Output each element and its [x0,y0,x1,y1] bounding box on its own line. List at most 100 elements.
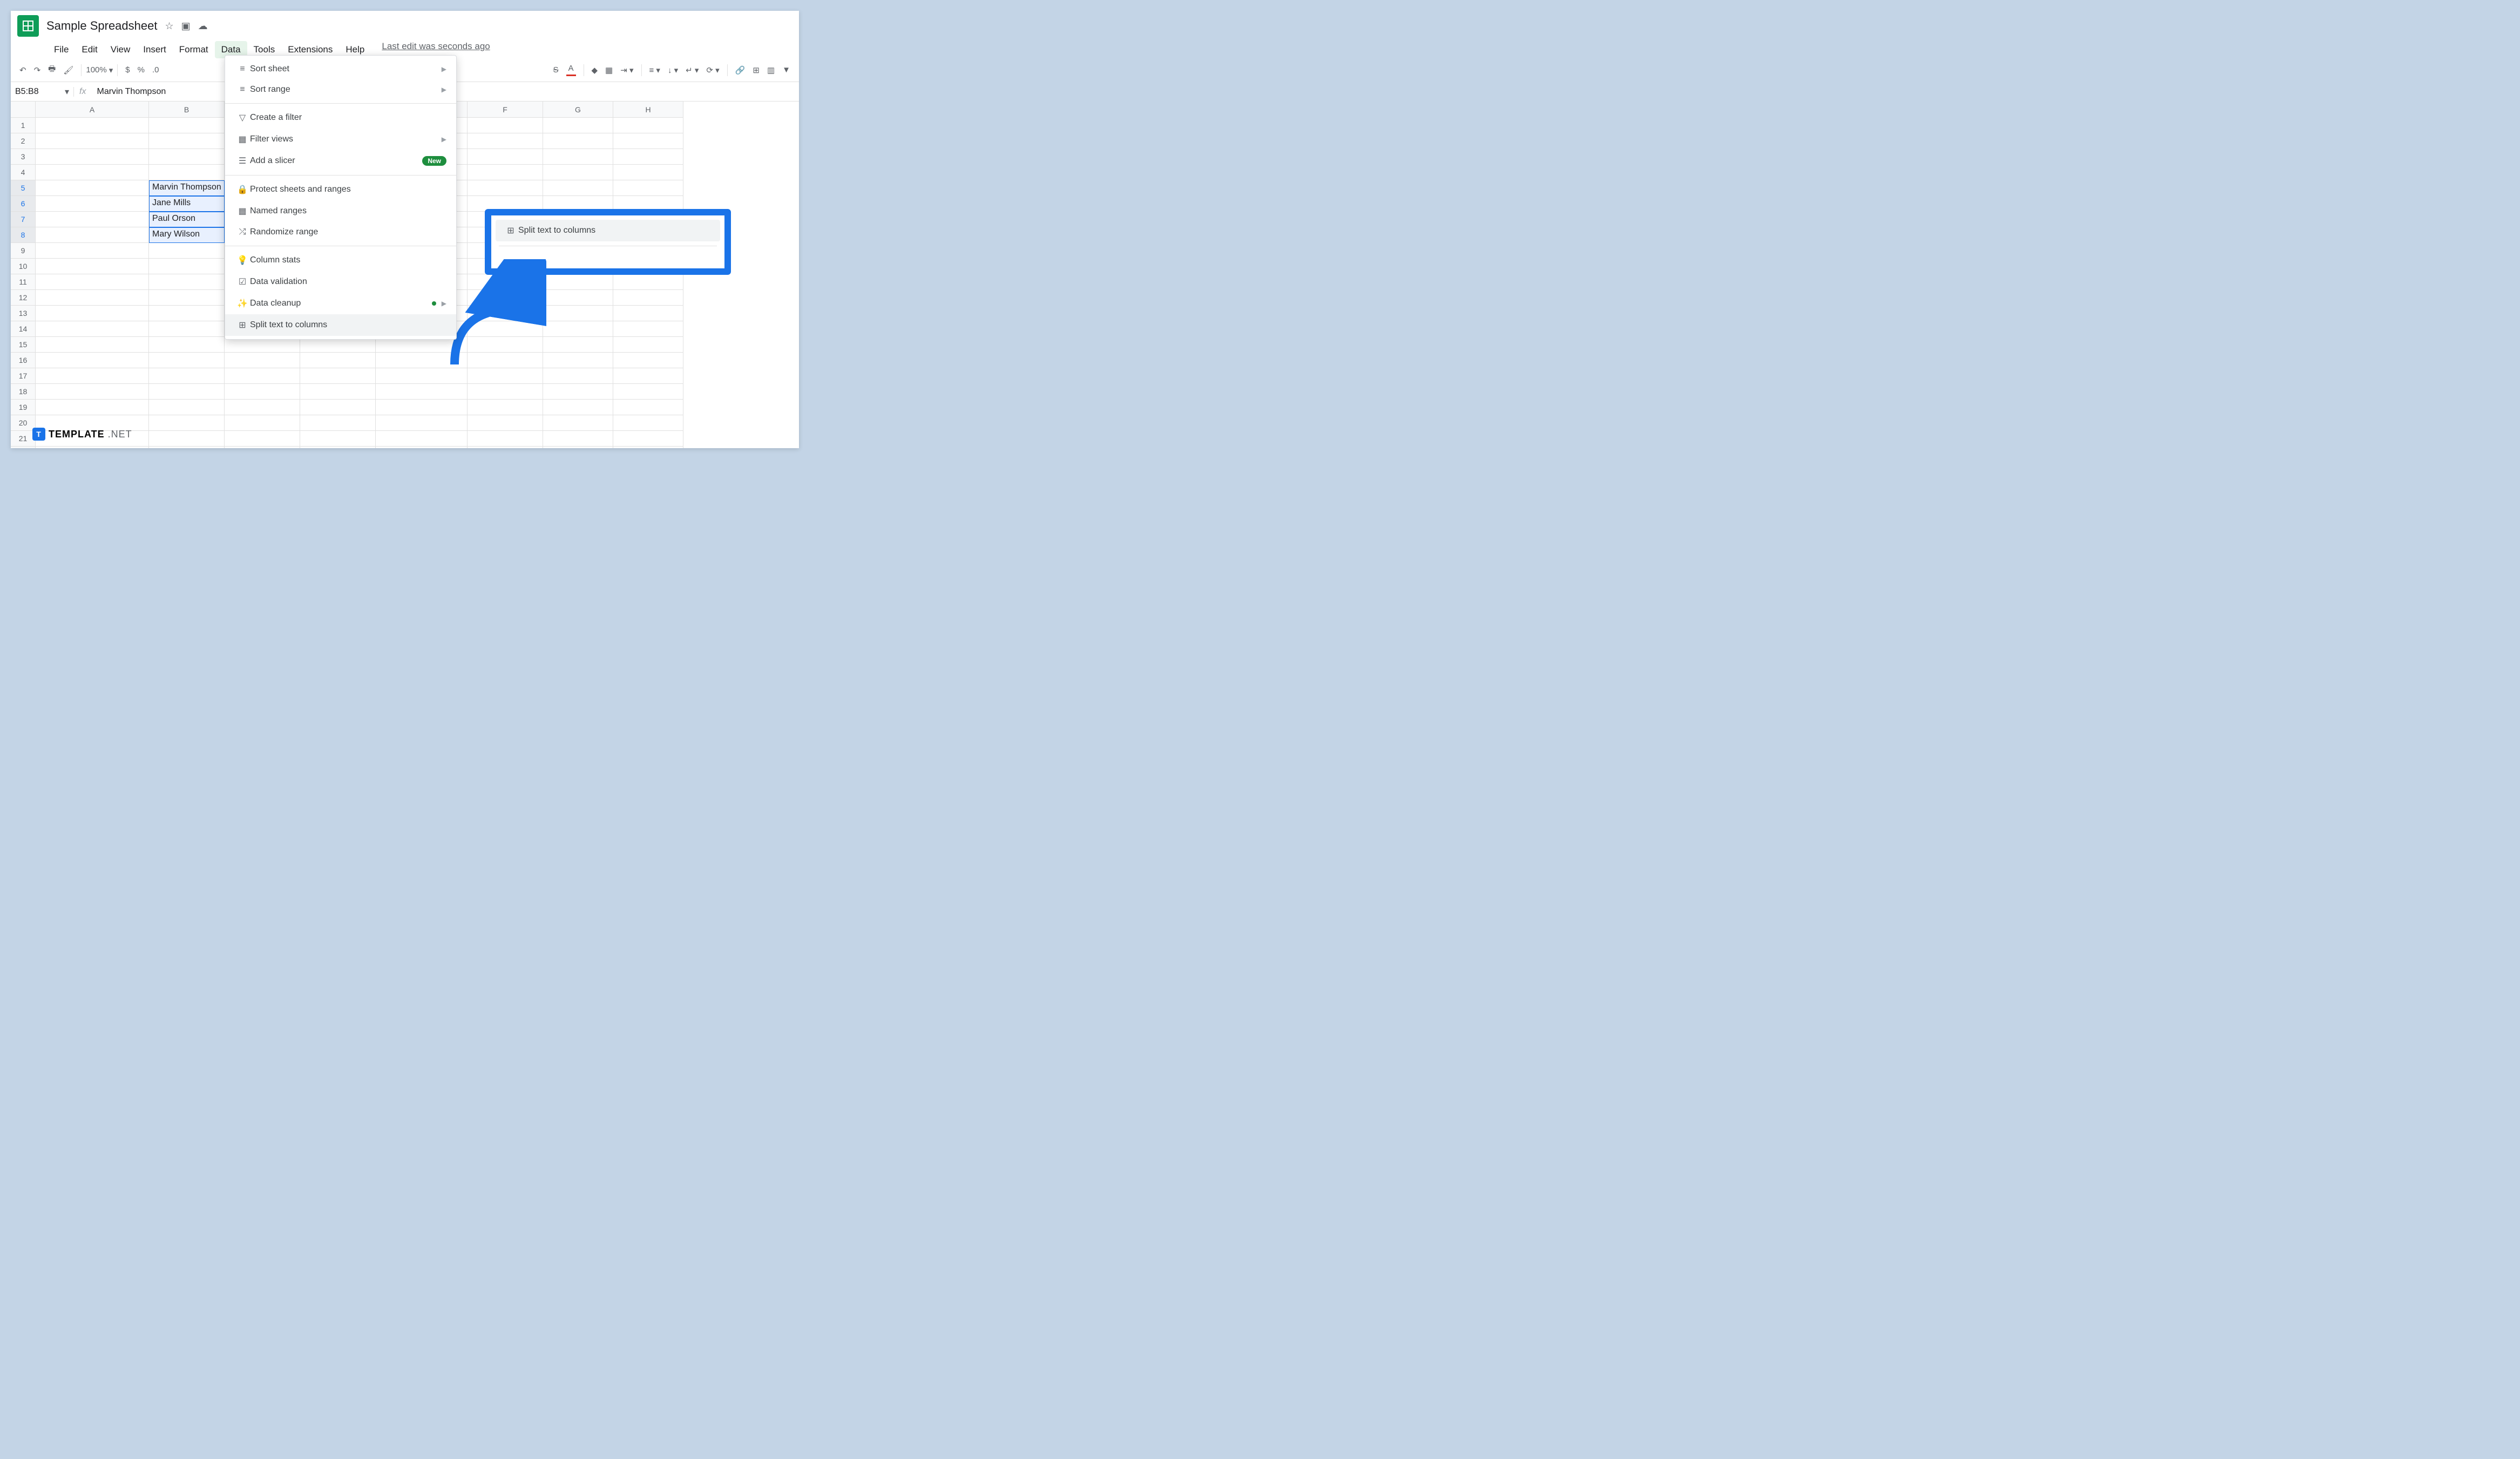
cell[interactable] [149,400,225,415]
row-header[interactable]: 9 [11,243,36,259]
percent-button[interactable]: % [134,63,148,77]
cell[interactable]: Mary Wilson [149,227,225,243]
cell[interactable] [376,431,468,447]
cell[interactable] [36,165,149,180]
cell[interactable] [300,415,376,431]
cell[interactable] [468,149,543,165]
zoom-selector[interactable]: 100%▾ [86,65,113,75]
row-header[interactable]: 1 [11,118,36,133]
menu-data-validation[interactable]: ☑Data validation [225,271,456,293]
cell[interactable] [36,227,149,243]
column-header[interactable]: G [543,102,613,118]
cell[interactable] [613,306,683,321]
cell[interactable] [36,337,149,353]
text-color-button[interactable]: A [563,62,579,78]
name-box[interactable]: B5:B8 [11,85,65,99]
cell[interactable] [149,118,225,133]
menu-insert[interactable]: Insert [137,41,173,58]
cell[interactable] [468,180,543,196]
menu-file[interactable]: File [48,41,75,58]
filter-button[interactable]: ▼ [779,63,794,77]
row-header[interactable]: 7 [11,212,36,227]
paint-format-button[interactable]: 🖌 [60,63,77,77]
cell[interactable] [300,431,376,447]
redo-button[interactable]: ↷ [31,63,44,77]
rotate-button[interactable]: ⟳ ▾ [703,63,722,77]
menu-create-filter[interactable]: ▽Create a filter [225,107,456,129]
cell[interactable] [300,400,376,415]
cell[interactable] [468,447,543,448]
row-header[interactable]: 6 [11,196,36,212]
cell[interactable] [376,384,468,400]
cell[interactable] [543,149,613,165]
decimal-button[interactable]: .0 [149,63,162,77]
cell[interactable] [36,133,149,149]
cell[interactable] [613,447,683,448]
row-header[interactable]: 22 [11,447,36,448]
wrap-button[interactable]: ↵ ▾ [682,63,702,77]
column-header[interactable]: H [613,102,683,118]
cell[interactable] [149,321,225,337]
cell[interactable] [543,353,613,368]
cell[interactable] [613,321,683,337]
cell[interactable] [543,368,613,384]
move-icon[interactable]: ▣ [181,21,191,32]
cell[interactable]: Jane Mills [149,196,225,212]
cell[interactable] [468,118,543,133]
cell[interactable] [225,384,300,400]
row-header[interactable]: 18 [11,384,36,400]
cloud-icon[interactable]: ☁ [198,21,208,32]
cell[interactable] [613,165,683,180]
cell[interactable] [36,368,149,384]
row-header[interactable]: 3 [11,149,36,165]
cell[interactable] [376,447,468,448]
cell[interactable] [543,431,613,447]
cell[interactable] [543,133,613,149]
print-button[interactable]: 🖶 [45,61,59,79]
row-header[interactable]: 15 [11,337,36,353]
cell[interactable] [543,274,613,290]
row-header[interactable]: 17 [11,368,36,384]
cell[interactable] [543,384,613,400]
insert-chart-button[interactable]: ▥ [764,63,778,77]
cell[interactable] [543,400,613,415]
cell[interactable] [36,353,149,368]
cell[interactable] [36,306,149,321]
cell[interactable] [613,353,683,368]
cell[interactable] [149,165,225,180]
menu-data-cleanup[interactable]: ✨Data cleanup▶ [225,293,456,314]
cell[interactable] [613,384,683,400]
cell[interactable] [543,165,613,180]
cell[interactable] [613,118,683,133]
cell[interactable] [225,400,300,415]
menu-column-stats[interactable]: 💡Column stats [225,249,456,271]
cell[interactable] [36,259,149,274]
cell[interactable] [543,306,613,321]
cell[interactable] [225,368,300,384]
cell[interactable] [613,290,683,306]
cell[interactable] [36,243,149,259]
select-all-corner[interactable] [11,102,36,118]
column-header[interactable]: A [36,102,149,118]
cell[interactable] [543,337,613,353]
merge-button[interactable]: ⇥ ▾ [617,63,636,77]
row-header[interactable]: 10 [11,259,36,274]
row-header[interactable]: 11 [11,274,36,290]
cell[interactable] [149,431,225,447]
cell[interactable] [36,321,149,337]
star-icon[interactable]: ☆ [165,21,173,32]
row-header[interactable]: 2 [11,133,36,149]
cell[interactable] [149,243,225,259]
cell[interactable] [149,384,225,400]
cell[interactable] [468,384,543,400]
fill-color-button[interactable]: ◆ [588,63,601,77]
cell[interactable] [468,400,543,415]
cell[interactable]: Marvin Thompson [149,180,225,196]
cell[interactable] [149,353,225,368]
cell[interactable] [376,400,468,415]
cell[interactable] [543,447,613,448]
cell[interactable] [149,306,225,321]
cell[interactable] [613,368,683,384]
menu-sort-sheet[interactable]: ≡Sort sheet▶ [225,59,456,79]
cell[interactable] [613,133,683,149]
